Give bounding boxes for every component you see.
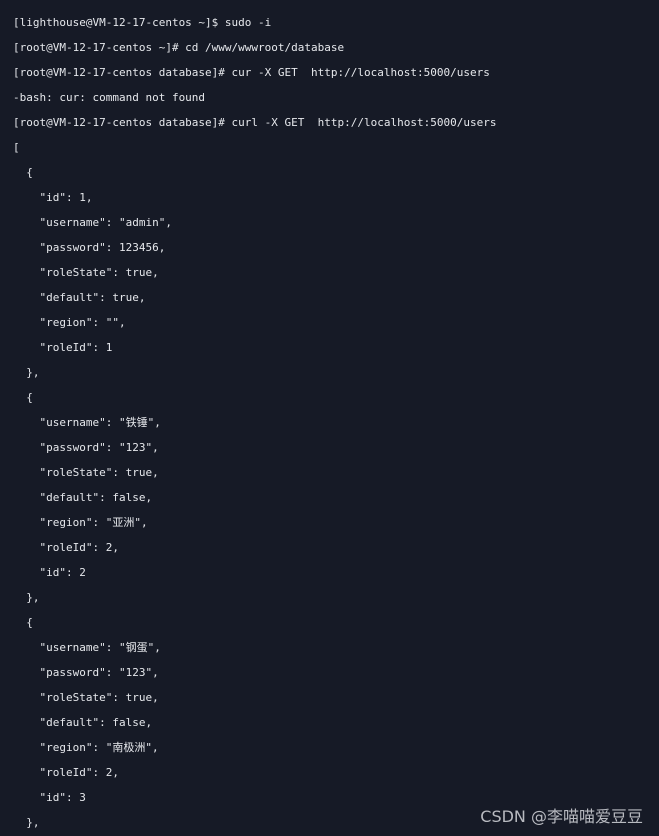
terminal-line: "region": "亚洲", bbox=[13, 516, 148, 529]
terminal-line: "roleId": 1 bbox=[13, 341, 113, 354]
terminal-line: "default": false, bbox=[13, 716, 153, 729]
terminal-output: [lighthouse@VM-12-17-centos ~]$ sudo -i [… bbox=[13, 10, 496, 835]
terminal-line: "default": false, bbox=[13, 491, 153, 504]
terminal-line: "roleState": true, bbox=[13, 691, 159, 704]
terminal-line: "roleId": 2, bbox=[13, 766, 119, 779]
terminal-line: "id": 3 bbox=[13, 791, 86, 804]
terminal-line: "username": "铁锤", bbox=[13, 416, 161, 429]
terminal-line: { bbox=[13, 391, 33, 404]
terminal-line: }, bbox=[13, 816, 40, 829]
terminal-line: "roleId": 2, bbox=[13, 541, 119, 554]
terminal-line: [lighthouse@VM-12-17-centos ~]$ sudo -i bbox=[13, 16, 272, 29]
terminal-line: [ bbox=[13, 141, 20, 154]
terminal-line: [root@VM-12-17-centos database]# curl -X… bbox=[13, 116, 497, 129]
terminal-line: "password": 123456, bbox=[13, 241, 166, 254]
terminal-line: "roleState": true, bbox=[13, 466, 159, 479]
terminal-line: [root@VM-12-17-centos database]# cur -X … bbox=[13, 66, 490, 79]
terminal-line: { bbox=[13, 616, 33, 629]
watermark: CSDN @李喵喵爱豆豆 bbox=[480, 807, 643, 826]
terminal-line: "default": true, bbox=[13, 291, 146, 304]
terminal-line: "roleState": true, bbox=[13, 266, 159, 279]
terminal-line: "region": "南极洲", bbox=[13, 741, 159, 754]
terminal-line: "id": 2 bbox=[13, 566, 86, 579]
terminal-line: "username": "钢蛋", bbox=[13, 641, 161, 654]
terminal-line: "password": "123", bbox=[13, 441, 159, 454]
terminal-line: }, bbox=[13, 591, 40, 604]
terminal-line: { bbox=[13, 166, 33, 179]
terminal-line: "username": "admin", bbox=[13, 216, 172, 229]
terminal-line: [root@VM-12-17-centos ~]# cd /www/wwwroo… bbox=[13, 41, 345, 54]
terminal-line: -bash: cur: command not found bbox=[13, 91, 206, 104]
terminal-line: "password": "123", bbox=[13, 666, 159, 679]
terminal-line: "id": 1, bbox=[13, 191, 93, 204]
terminal-line: }, bbox=[13, 366, 40, 379]
terminal-line: "region": "", bbox=[13, 316, 126, 329]
